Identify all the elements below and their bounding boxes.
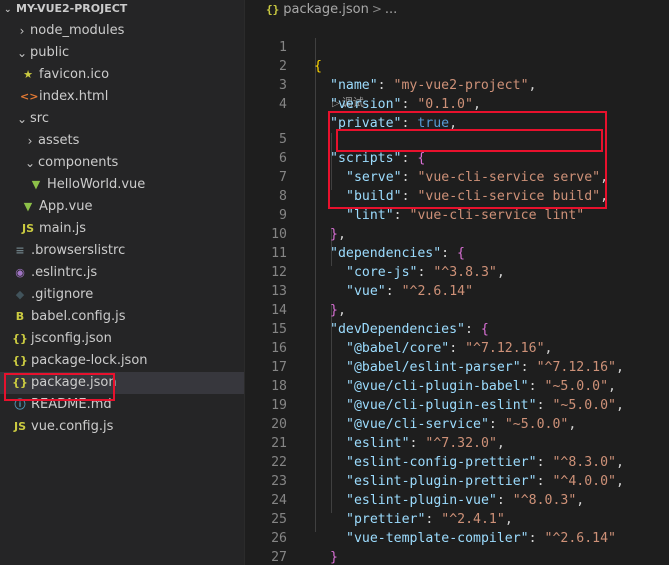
tree-item-node-modules[interactable]: › node_modules: [0, 20, 244, 42]
tree-item-label: main.js: [39, 221, 86, 236]
json-icon: {}: [12, 332, 28, 345]
html-icon: <>: [20, 90, 39, 103]
tree-item-vue-config-js[interactable]: JS vue.config.js: [0, 416, 244, 438]
tree-item-label: vue.config.js: [31, 419, 114, 434]
tree-item-public[interactable]: ⌄ public: [0, 42, 244, 64]
code-line-1[interactable]: 1 {: [245, 19, 669, 74]
code-line-11[interactable]: 11 "core-js": "^3.8.3",: [245, 225, 669, 280]
code-editor[interactable]: {} package.json >... ▷ 调试 1 { 2 "name": "my…: [244, 0, 669, 565]
chevron-down-icon: ⌄: [16, 112, 28, 126]
code-line-17[interactable]: 17 "@vue/cli-plugin-babel": "~5.0.0",: [245, 339, 669, 394]
tree-item-src[interactable]: ⌄ src: [0, 108, 244, 130]
git-icon: ◆: [15, 288, 25, 301]
tree-item-label: node_modules: [30, 23, 125, 38]
code-line-20[interactable]: 20 "eslint": "^7.32.0",: [245, 396, 669, 451]
json-value: "0.1.0": [417, 97, 473, 112]
vue-icon: ▼: [23, 200, 33, 213]
code-line-28[interactable]: 28: [245, 548, 669, 565]
js-icon: JS: [13, 420, 26, 433]
tree-item-label: components: [38, 155, 119, 170]
tree-item-components[interactable]: ⌄ components: [0, 152, 244, 174]
tree-item-label: HelloWorld.vue: [47, 177, 146, 192]
code-line-4[interactable]: 4 "private": true,: [245, 76, 669, 131]
babel-icon: B: [15, 310, 25, 323]
code-line-15[interactable]: 15 "@babel/core": "^7.12.16",: [245, 301, 669, 356]
tree-item-label: .gitignore: [31, 287, 94, 302]
breadcrumb: {} package.json >...: [245, 0, 669, 18]
eslint-icon: ◉: [15, 266, 25, 279]
tree-item-label: babel.config.js: [31, 309, 126, 324]
breadcrumb-file[interactable]: package.json: [283, 2, 369, 17]
json-icon: {}: [266, 3, 280, 16]
tree-item-label: public: [30, 45, 70, 60]
package-json-highlight-box: [4, 373, 115, 401]
explorer-sidebar: ⌄ MY-VUE2-PROJECT › node_modules ⌄ public ★ fa…: [0, 0, 244, 565]
code-line-3[interactable]: 3 "version": "0.1.0",: [245, 57, 669, 112]
chevron-down-icon: ⌄: [16, 46, 28, 60]
json-icon: {}: [12, 354, 28, 367]
tree-item-babel-config-js[interactable]: Bbabel.config.js: [0, 306, 244, 328]
chevron-right-icon: >: [371, 2, 382, 16]
tree-item-index-html[interactable]: <> index.html: [0, 86, 244, 108]
tree-item-label: App.vue: [39, 199, 93, 214]
code-line-27[interactable]: 27 }: [245, 529, 669, 565]
tree-item-favicon-ico[interactable]: ★ favicon.ico: [0, 64, 244, 86]
code-line-14[interactable]: 14 "devDependencies": {: [245, 282, 669, 337]
tree-item-label: index.html: [39, 89, 109, 104]
code-line-2[interactable]: 2 "name": "my-vue2-project",: [245, 38, 669, 93]
tree-item-assets[interactable]: › assets: [0, 130, 244, 152]
tree-item-label: src: [30, 111, 49, 126]
chevron-down-icon: ⌄: [24, 156, 36, 170]
code-line-22[interactable]: 22 "eslint-plugin-prettier": "^4.0.0",: [245, 434, 669, 489]
tree-item-dot-browserslistrc[interactable]: ≡ .browserslistrc: [0, 240, 244, 262]
code-line-21[interactable]: 21 "eslint-config-prettier": "^8.3.0",: [245, 415, 669, 470]
code-line-26[interactable]: 26 }: [245, 510, 669, 565]
tree-item-label: jsconfig.json: [31, 331, 112, 346]
code-line-18[interactable]: 18 "@vue/cli-plugin-eslint": "~5.0.0",: [245, 358, 669, 413]
chevron-down-icon: ⌄: [4, 5, 12, 15]
star-icon: ★: [23, 68, 33, 81]
tree-item-dot-gitignore[interactable]: ◆ .gitignore: [0, 284, 244, 306]
scripts-block-highlight-box: [328, 111, 607, 209]
code-line-19[interactable]: 19 "@vue/cli-service": "~5.0.0",: [245, 377, 669, 432]
tree-item-app-vue[interactable]: ▼ App.vue: [0, 196, 244, 218]
explorer-project-header[interactable]: ⌄ MY-VUE2-PROJECT: [0, 0, 244, 18]
json-key: "version": [330, 97, 402, 112]
js-icon: JS: [21, 222, 34, 235]
serve-script-highlight-box: [336, 129, 603, 152]
tree-item-main-js[interactable]: JS main.js: [0, 218, 244, 240]
code-line-23[interactable]: 23 "eslint-plugin-vue": "^8.0.3",: [245, 453, 669, 508]
tree-item-label: favicon.ico: [39, 67, 110, 82]
tree-item-dot-eslintrc-js[interactable]: ◉ .eslintrc.js: [0, 262, 244, 284]
code-line-13[interactable]: 13 },: [245, 263, 669, 318]
tree-item-jsconfig-json[interactable]: {} jsconfig.json: [0, 328, 244, 350]
vue-icon: ▼: [31, 178, 41, 191]
tree-item-label: .eslintrc.js: [31, 265, 98, 280]
list-icon: ≡: [15, 244, 25, 257]
code-line-24[interactable]: 24 "prettier": "^2.4.1",: [245, 472, 669, 527]
tree-item-package-lock-json[interactable]: {} package-lock.json: [0, 350, 244, 372]
code-line-12[interactable]: 12 "vue": "^2.6.14": [245, 244, 669, 299]
project-name: MY-VUE2-PROJECT: [16, 2, 128, 15]
chevron-right-icon: ›: [27, 134, 33, 148]
tree-item-label: .browserslistrc: [31, 243, 126, 258]
tree-item-label: assets: [38, 133, 80, 148]
chevron-right-icon: ›: [19, 24, 25, 38]
code-line-16[interactable]: 16 "@babel/eslint-parser": "^7.12.16",: [245, 320, 669, 375]
tree-item-label: package-lock.json: [31, 353, 148, 368]
tree-item-helloworld-vue[interactable]: ▼ HelloWorld.vue: [0, 174, 244, 196]
breadcrumb-more[interactable]: ...: [385, 2, 397, 17]
code-line-25[interactable]: 25 "vue-template-compiler": "^2.6.14": [245, 491, 669, 546]
